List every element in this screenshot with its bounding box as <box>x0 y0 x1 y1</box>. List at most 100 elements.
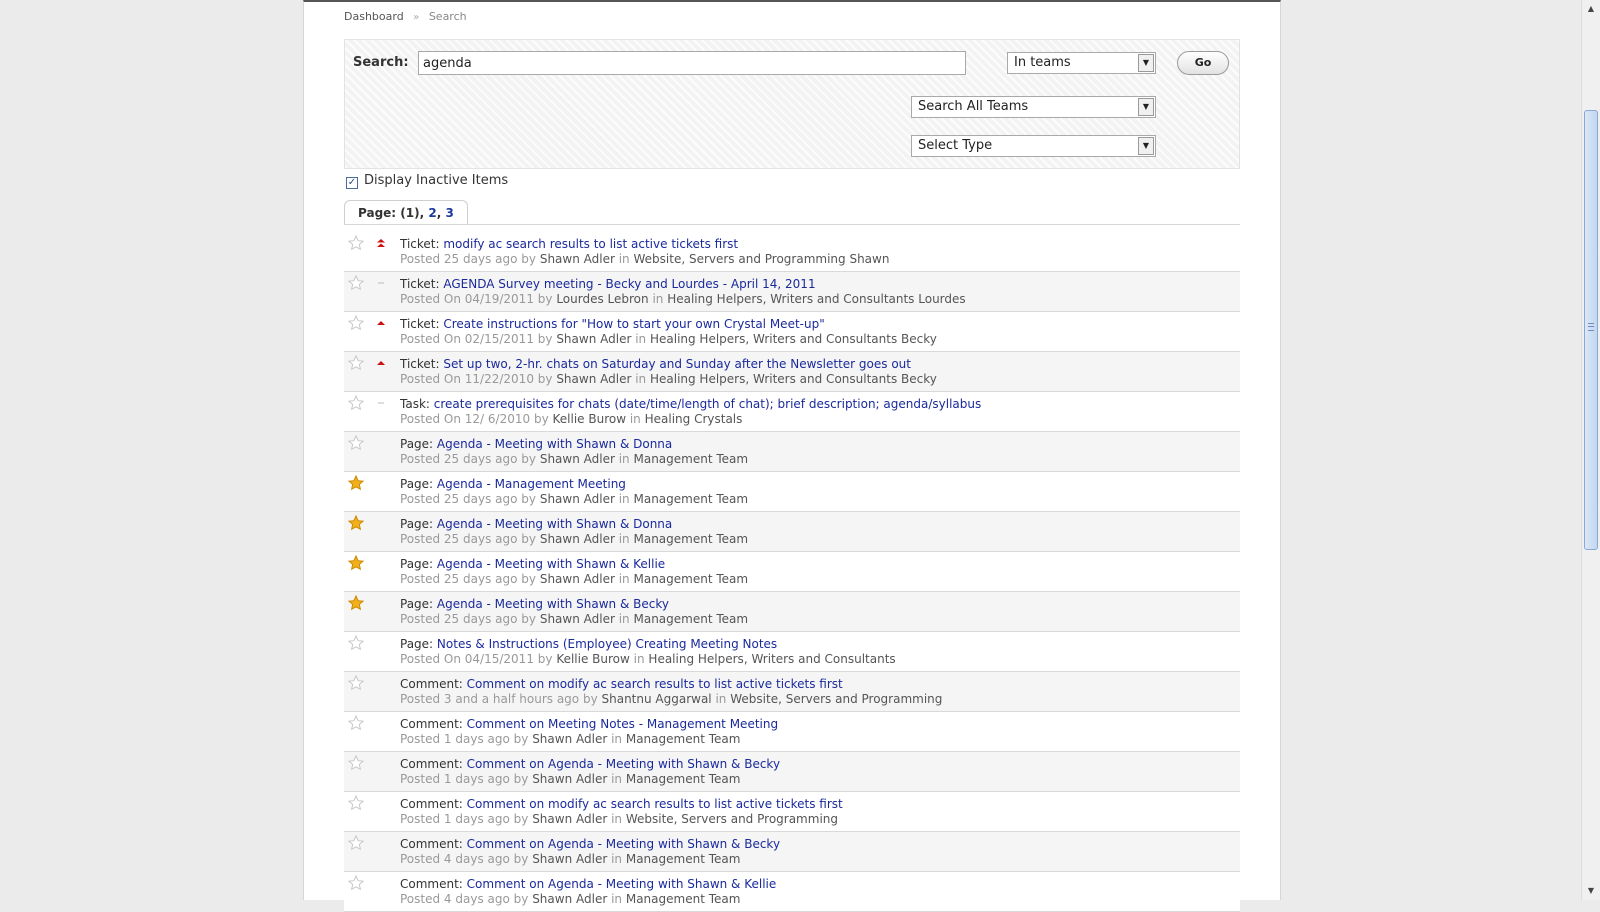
result-team: Website, Servers and Programming <box>625 812 838 826</box>
result-title-link[interactable]: Agenda - Management Meeting <box>437 477 626 491</box>
result-title-link[interactable]: Agenda - Meeting with Shawn & Kellie <box>437 557 665 571</box>
result-in-label: in <box>614 252 634 266</box>
teams-select-value: Search All Teams <box>918 99 1029 114</box>
result-author: Shawn Adler <box>532 772 608 786</box>
star-icon[interactable] <box>348 635 364 651</box>
result-meta: Posted 1 days ago by Shawn Adler in Webs… <box>400 812 838 826</box>
chevron-down-icon[interactable]: ▼ <box>1138 54 1154 72</box>
star-icon[interactable] <box>348 355 364 371</box>
result-team: Management Team <box>625 732 741 746</box>
result-row: Task: create prerequisites for chats (da… <box>344 392 1240 432</box>
go-button[interactable]: Go <box>1177 51 1229 75</box>
result-by-label: by <box>513 772 533 786</box>
result-by-label: by <box>521 492 540 506</box>
result-team: Management Team <box>633 492 749 506</box>
chevron-down-icon[interactable]: ▼ <box>1138 137 1154 155</box>
display-inactive-checkbox[interactable]: ✓ <box>346 177 358 189</box>
result-in-label: in <box>626 412 645 426</box>
result-team: Management Team <box>633 532 749 546</box>
display-inactive-filter: ✓ Display Inactive Items <box>346 173 508 189</box>
result-row: Ticket: AGENDA Survey meeting - Becky an… <box>344 272 1240 312</box>
star-icon[interactable] <box>348 715 364 731</box>
star-icon[interactable] <box>348 275 364 291</box>
scroll-up-arrow-icon[interactable]: ▲ <box>1583 1 1599 17</box>
star-icon[interactable] <box>348 835 364 851</box>
result-meta: Posted 3 and a half hours ago by Shantnu… <box>400 692 942 706</box>
result-meta: Posted On 04/19/2011 by Lourdes Lebron i… <box>400 292 966 306</box>
result-title-link[interactable]: Agenda - Meeting with Shawn & Donna <box>437 437 672 451</box>
result-row: Page: Agenda - Meeting with Shawn & Kell… <box>344 552 1240 592</box>
star-icon[interactable] <box>348 435 364 451</box>
result-type: Comment: <box>400 837 467 851</box>
breadcrumb-separator: » <box>413 12 420 23</box>
result-title-link[interactable]: Comment on Agenda - Meeting with Shawn &… <box>467 877 777 891</box>
pagination-page-2[interactable]: 2 <box>428 206 436 220</box>
result-title-link[interactable]: Comment on modify ac search results to l… <box>467 677 843 691</box>
pagination: Page: (1), 2, 3 <box>344 200 468 225</box>
result-meta: Posted 25 days ago by Shawn Adler in Web… <box>400 252 889 266</box>
result-title-link[interactable]: Create instructions for "How to start yo… <box>443 317 824 331</box>
teams-select[interactable]: Search All Teams ▼ <box>911 96 1156 118</box>
result-posted: Posted 3 and a half hours ago <box>400 692 583 706</box>
result-team: Management Team <box>633 572 749 586</box>
result-title-link[interactable]: AGENDA Survey meeting - Becky and Lourde… <box>443 277 815 291</box>
result-team: Management Team <box>633 612 749 626</box>
star-icon[interactable] <box>348 755 364 771</box>
result-title-link[interactable]: Agenda - Meeting with Shawn & Becky <box>437 597 669 611</box>
result-title-link[interactable]: Comment on Meeting Notes - Management Me… <box>467 717 778 731</box>
result-type: Ticket: <box>400 357 444 371</box>
result-title-link[interactable]: create prerequisites for chats (date/tim… <box>434 397 981 411</box>
star-icon[interactable] <box>348 795 364 811</box>
result-by-label: by <box>521 252 540 266</box>
chevron-down-icon[interactable]: ▼ <box>1138 98 1154 116</box>
result-by-label: by <box>513 812 533 826</box>
result-title-link[interactable]: modify ac search results to list active … <box>443 237 738 251</box>
star-icon[interactable] <box>348 315 364 331</box>
result-posted: Posted 25 days ago <box>400 612 522 626</box>
result-type: Page: <box>400 517 437 531</box>
scroll-down-arrow-icon[interactable]: ▼ <box>1583 883 1599 899</box>
result-author: Shawn Adler <box>532 852 608 866</box>
result-title-link[interactable]: Comment on Agenda - Meeting with Shawn &… <box>467 837 780 851</box>
result-row: Comment: Comment on Agenda - Meeting wit… <box>344 872 1240 912</box>
result-type: Task: <box>400 397 434 411</box>
result-by-label: by <box>513 892 533 906</box>
result-team: Management Team <box>625 892 741 906</box>
result-in-label: in <box>631 372 650 386</box>
star-icon[interactable] <box>348 875 364 891</box>
scrollbar-grip-icon <box>1588 323 1594 331</box>
star-icon[interactable] <box>348 595 364 611</box>
search-scope-select[interactable]: In teams ▼ <box>1007 52 1156 74</box>
result-author: Shawn Adler <box>539 572 615 586</box>
result-meta: Posted 25 days ago by Shawn Adler in Man… <box>400 452 748 466</box>
star-icon[interactable] <box>348 675 364 691</box>
breadcrumb-dashboard-link[interactable]: Dashboard <box>344 10 404 23</box>
star-icon[interactable] <box>348 235 364 251</box>
result-team: Management Team <box>633 452 749 466</box>
result-title-link[interactable]: Comment on modify ac search results to l… <box>467 797 843 811</box>
result-meta: Posted 25 days ago by Shawn Adler in Man… <box>400 572 748 586</box>
star-icon[interactable] <box>348 555 364 571</box>
result-title-link[interactable]: Notes & Instructions (Employee) Creating… <box>437 637 777 651</box>
star-icon[interactable] <box>348 395 364 411</box>
pagination-page-3[interactable]: 3 <box>445 206 453 220</box>
result-row: Page: Notes & Instructions (Employee) Cr… <box>344 632 1240 672</box>
result-posted: Posted On 04/19/2011 <box>400 292 538 306</box>
result-title-link[interactable]: Agenda - Meeting with Shawn & Donna <box>437 517 672 531</box>
result-type: Comment: <box>400 757 467 771</box>
result-team: Management Team <box>625 772 741 786</box>
result-title-link[interactable]: Comment on Agenda - Meeting with Shawn &… <box>467 757 780 771</box>
search-input[interactable] <box>418 51 966 75</box>
result-meta: Posted 4 days ago by Shawn Adler in Mana… <box>400 892 740 906</box>
result-team: Website, Servers and Programming Shawn <box>633 252 890 266</box>
star-icon[interactable] <box>348 475 364 491</box>
result-title-link[interactable]: Set up two, 2-hr. chats on Saturday and … <box>443 357 911 371</box>
result-team: Healing Helpers, Writers and Consultants… <box>649 372 937 386</box>
vertical-scrollbar[interactable]: ▲ ▼ <box>1581 0 1600 900</box>
scrollbar-thumb[interactable] <box>1584 110 1598 550</box>
result-posted: Posted 4 days ago <box>400 892 514 906</box>
star-icon[interactable] <box>348 515 364 531</box>
type-select[interactable]: Select Type ▼ <box>911 135 1156 157</box>
display-inactive-label[interactable]: Display Inactive Items <box>364 173 508 188</box>
result-meta: Posted 25 days ago by Shawn Adler in Man… <box>400 612 748 626</box>
